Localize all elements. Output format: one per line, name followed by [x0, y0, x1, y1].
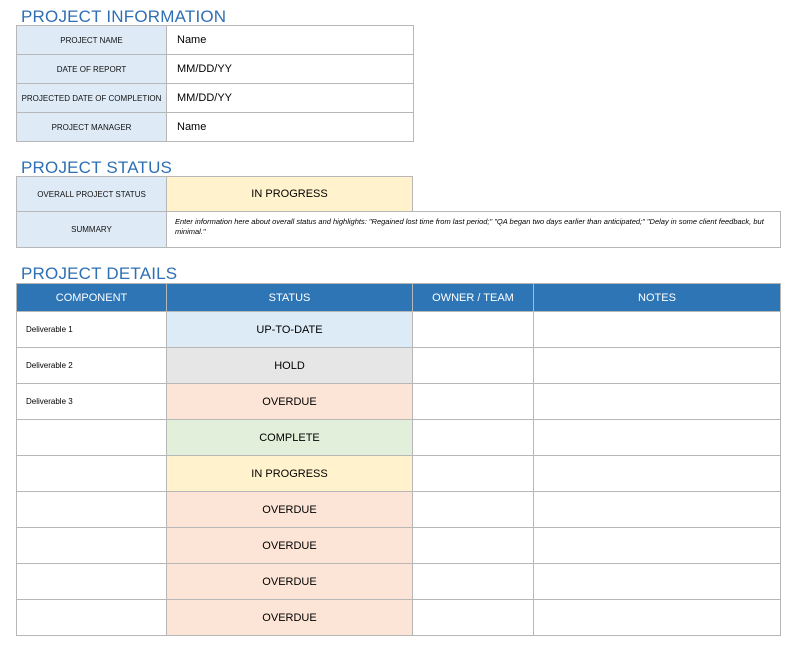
blank-cell [412, 176, 781, 212]
date-of-report-value[interactable]: MM/DD/YY [166, 54, 414, 84]
status-cell[interactable]: OVERDUE [166, 527, 413, 564]
component-cell[interactable]: Deliverable 1 [16, 311, 167, 348]
owner-team-cell[interactable] [412, 599, 534, 636]
status-cell[interactable]: UP-TO-DATE [166, 311, 413, 348]
owner-team-cell[interactable] [412, 491, 534, 528]
project-status-title: PROJECT STATUS [21, 158, 173, 177]
owner-team-cell[interactable] [412, 455, 534, 492]
component-cell[interactable] [16, 563, 167, 600]
notes-cell[interactable] [533, 527, 781, 564]
owner-team-cell[interactable] [412, 383, 534, 420]
notes-cell[interactable] [533, 491, 781, 528]
status-cell[interactable]: OVERDUE [166, 599, 413, 636]
notes-cell[interactable] [533, 347, 781, 384]
table-row: IN PROGRESS [16, 455, 781, 492]
column-header-component: COMPONENT [16, 283, 167, 312]
component-cell[interactable] [16, 527, 167, 564]
component-cell[interactable] [16, 419, 167, 456]
status-cell[interactable]: COMPLETE [166, 419, 413, 456]
table-row: Deliverable 3 OVERDUE [16, 383, 781, 420]
owner-team-cell[interactable] [412, 347, 534, 384]
status-cell[interactable]: OVERDUE [166, 491, 413, 528]
table-row: OVERDUE [16, 491, 781, 528]
component-cell[interactable] [16, 491, 167, 528]
status-cell[interactable]: OVERDUE [166, 383, 413, 420]
column-header-status: STATUS [166, 283, 413, 312]
owner-team-cell[interactable] [412, 563, 534, 600]
owner-team-cell[interactable] [412, 419, 534, 456]
column-header-notes: NOTES [533, 283, 781, 312]
status-cell[interactable]: HOLD [166, 347, 413, 384]
status-cell[interactable]: IN PROGRESS [166, 455, 413, 492]
projected-completion-label: PROJECTED DATE OF COMPLETION [16, 83, 167, 113]
project-information-title: PROJECT INFORMATION [21, 7, 227, 26]
overall-status-label: OVERALL PROJECT STATUS [16, 176, 167, 212]
notes-cell[interactable] [533, 563, 781, 600]
owner-team-cell[interactable] [412, 311, 534, 348]
date-of-report-label: DATE OF REPORT [16, 54, 167, 84]
component-cell[interactable] [16, 455, 167, 492]
project-details-table: COMPONENT STATUS OWNER / TEAM NOTES Deli… [16, 283, 781, 636]
table-row: Deliverable 1 UP-TO-DATE [16, 311, 781, 348]
project-name-value[interactable]: Name [166, 25, 414, 55]
status-cell[interactable]: OVERDUE [166, 563, 413, 600]
column-header-owner-team: OWNER / TEAM [412, 283, 534, 312]
table-row: OVERDUE [16, 527, 781, 564]
project-details-title: PROJECT DETAILS [21, 264, 178, 283]
component-cell[interactable]: Deliverable 2 [16, 347, 167, 384]
summary-text[interactable]: Enter information here about overall sta… [166, 211, 781, 248]
notes-cell[interactable] [533, 599, 781, 636]
notes-cell[interactable] [533, 311, 781, 348]
project-manager-value[interactable]: Name [166, 112, 414, 142]
overall-status-value[interactable]: IN PROGRESS [166, 176, 413, 212]
project-manager-label: PROJECT MANAGER [16, 112, 167, 142]
project-information-table: PROJECT NAME Name DATE OF REPORT MM/DD/Y… [16, 25, 414, 142]
component-cell[interactable]: Deliverable 3 [16, 383, 167, 420]
notes-cell[interactable] [533, 455, 781, 492]
table-row: COMPLETE [16, 419, 781, 456]
owner-team-cell[interactable] [412, 527, 534, 564]
table-row: Deliverable 2 HOLD [16, 347, 781, 384]
table-row: OVERDUE [16, 563, 781, 600]
project-name-label: PROJECT NAME [16, 25, 167, 55]
table-row: OVERDUE [16, 599, 781, 636]
summary-label: SUMMARY [16, 211, 167, 248]
component-cell[interactable] [16, 599, 167, 636]
projected-completion-value[interactable]: MM/DD/YY [166, 83, 414, 113]
notes-cell[interactable] [533, 419, 781, 456]
notes-cell[interactable] [533, 383, 781, 420]
project-status-table: OVERALL PROJECT STATUS IN PROGRESS SUMMA… [16, 176, 781, 248]
